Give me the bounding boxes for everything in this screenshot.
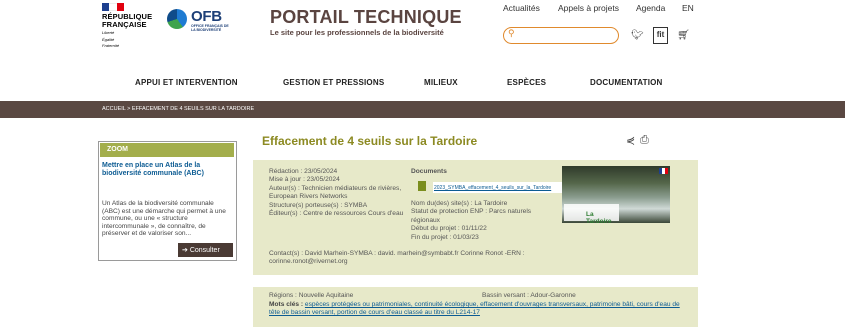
french-flag-icon	[102, 3, 124, 11]
share-icon[interactable]: ⋞	[626, 134, 635, 147]
nav-milieux[interactable]: MILIEUX	[424, 78, 458, 87]
arrow-right-icon: ➔	[182, 247, 190, 254]
zoom-header: ZOOM	[100, 143, 234, 157]
redaction-date: Rédaction : 23/05/2024	[269, 168, 338, 175]
consult-button[interactable]: ➔ Consulter	[178, 243, 233, 257]
publishers: Éditeur(s) : Centre de ressources Cours …	[269, 210, 404, 218]
cart-icon[interactable]: 🛒︎	[677, 30, 690, 41]
keywords-label: Mots clés :	[269, 301, 304, 308]
ofb-logo-text[interactable]: OFB	[191, 8, 222, 25]
nav-documentation[interactable]: DOCUMENTATION	[590, 78, 663, 87]
keywords: Mots clés : espèces protégées ou patrimo…	[269, 301, 689, 318]
photo-caption: La Tardoire	[564, 204, 619, 225]
flag-icon	[659, 168, 668, 174]
protection-status: Statut de protection ENP : Parcs naturel…	[411, 208, 532, 224]
page-title: Effacement de 4 seuils sur la Tardoire	[262, 134, 478, 148]
consult-button-label: Consulter	[189, 247, 220, 254]
site-name: Nom du(des) site(s) : La Tardoire	[411, 200, 508, 207]
breadcrumb[interactable]: ACCUEIL > EFFACEMENT DE 4 SEUILS SUR LA …	[102, 106, 254, 112]
meta-left: Rédaction : 23/05/2024 Mise à jour : 23/…	[269, 168, 409, 218]
republique-francaise-logo[interactable]: RÉPUBLIQUE FRANÇAISE Liberté Égalité Fra…	[102, 3, 158, 49]
nav-especes[interactable]: ESPÈCES	[507, 78, 546, 87]
document-link[interactable]: 2023_SYMBA_effacement_4_seuils_sur_la_Ta…	[433, 182, 565, 193]
file-icon	[418, 181, 426, 191]
authors: Auteur(s) : Technicien médiateurs de riv…	[269, 184, 402, 201]
meta-right: Nom du(des) site(s) : La Tardoire Statut…	[411, 200, 561, 242]
print-icon[interactable]: ⎙	[640, 134, 649, 147]
nav-appui[interactable]: APPUI ET INTERVENTION	[135, 78, 238, 87]
regions: Régions : Nouvelle Aquitaine	[269, 292, 354, 299]
update-date: Mise à jour : 23/05/2024	[269, 176, 340, 184]
ofb-logo-icon[interactable]	[167, 9, 187, 29]
motto-line-2: Égalité	[102, 36, 115, 42]
documents-label: Documents	[411, 168, 447, 175]
zoom-article-text: Un Atlas de la biodiversité communale (A…	[102, 200, 226, 237]
top-link-agenda[interactable]: Agenda	[636, 3, 665, 13]
contacts: Contact(s) : David Marhein-SYMBA : david…	[269, 250, 525, 266]
partner-logo-icon[interactable]: fit	[653, 27, 668, 44]
search-icon[interactable]: ⚲	[508, 28, 515, 39]
ofb-logo-subtitle: OFFICE FRANÇAIS DE LA BIODIVERSITÉ	[191, 24, 229, 32]
top-link-appels[interactable]: Appels à projets	[558, 3, 619, 13]
search-input[interactable]	[503, 27, 619, 44]
top-link-en[interactable]: EN	[682, 3, 694, 13]
zoom-article-title[interactable]: Mettre en place un Atlas de la biodivers…	[102, 162, 222, 178]
republique-line-2: FRANÇAISE	[102, 20, 147, 29]
motto-line-1: Liberté	[102, 30, 115, 35]
structures: Structure(s) porteuse(s) : SYMBA	[269, 201, 368, 209]
top-link-actualites[interactable]: Actualités	[503, 3, 540, 13]
watershed: Bassin versant : Adour-Garonne	[482, 292, 576, 299]
motto-line-3: Fraternité	[102, 43, 120, 48]
project-start: Début du projet : 01/11/22	[411, 225, 487, 233]
portal-subtitle: Le site pour les professionnels de la bi…	[270, 28, 444, 37]
nav-gestion[interactable]: GESTION ET PRESSIONS	[283, 78, 384, 87]
keywords-links[interactable]: espèces protégées ou patrimoniales, cont…	[269, 301, 680, 316]
twitter-icon[interactable]: 🐦︎	[631, 30, 644, 41]
portal-title[interactable]: PORTAIL TECHNIQUE	[270, 7, 462, 28]
project-end: Fin du projet : 01/03/23	[411, 233, 479, 241]
